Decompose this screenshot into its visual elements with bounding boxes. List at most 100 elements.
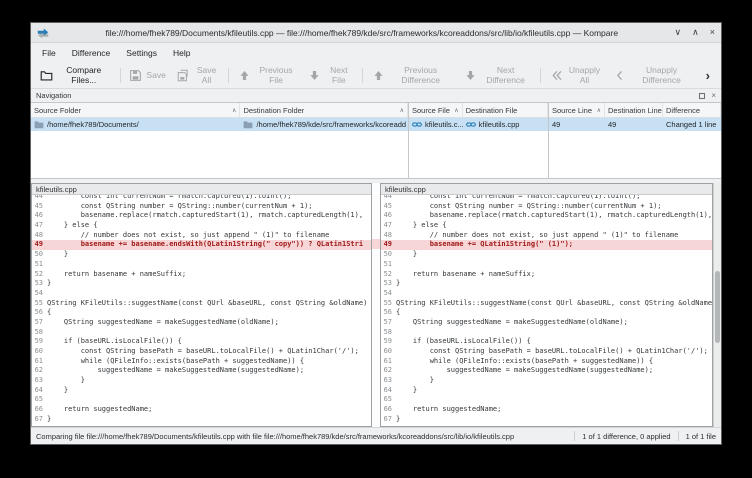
code-line-48[interactable]: 48 // number does not exist, so just app…	[32, 231, 371, 241]
code-line-51[interactable]: 51	[381, 260, 712, 270]
code-line-44[interactable]: 44 const int currentNum = rmatch.capture…	[381, 195, 712, 202]
next-difference-button[interactable]: Next Difference	[459, 62, 536, 88]
header-source-line[interactable]: Source Line ∧	[549, 103, 605, 117]
code-line-66[interactable]: 66 return suggestedName;	[32, 405, 371, 415]
code-line-60[interactable]: 60 const QString basePath = baseURL.toLo…	[32, 347, 371, 357]
destination-folder-path: /home/fhek789/kde/src/frameworks/kcoread…	[256, 120, 406, 129]
close-dock-icon[interactable]: ×	[711, 92, 716, 100]
code-line-49[interactable]: 49 basename += basename.endsWith(QLatin1…	[32, 240, 371, 250]
minimize-button[interactable]: ∨	[675, 28, 682, 37]
code-line-53[interactable]: 53}	[32, 279, 371, 289]
header-difference[interactable]: Difference	[663, 103, 721, 117]
code-line-55[interactable]: 55QString KFileUtils::suggestName(const …	[32, 299, 371, 309]
line-text: }	[47, 415, 371, 425]
line-text: QString suggestedName = makeSuggestedNam…	[47, 318, 371, 328]
scrollbar-thumb[interactable]	[715, 271, 720, 343]
nav-difference-row[interactable]: 49 49 Changed 1 line	[549, 118, 721, 131]
code-line-64[interactable]: 64 }	[32, 386, 371, 396]
toolbar-overflow-button[interactable]: ›	[699, 68, 717, 83]
code-line-54[interactable]: 54	[381, 289, 712, 299]
code-line-52[interactable]: 52 return basename + nameSuffix;	[381, 270, 712, 280]
code-line-47[interactable]: 47 } else {	[381, 221, 712, 231]
save-all-button[interactable]: Save All	[172, 62, 224, 88]
code-line-62[interactable]: 62 suggestedName = makeSuggestedName(sug…	[381, 366, 712, 376]
code-line-45[interactable]: 45 const QString number = QString::numbe…	[381, 202, 712, 212]
compare-folder-icon	[40, 69, 53, 82]
menu-difference[interactable]: Difference	[64, 46, 119, 60]
code-line-65[interactable]: 65	[381, 395, 712, 405]
next-file-button[interactable]: Next File	[303, 62, 358, 88]
code-line-58[interactable]: 58	[32, 328, 371, 338]
code-line-54[interactable]: 54	[32, 289, 371, 299]
code-line-62[interactable]: 62 suggestedName = makeSuggestedName(sug…	[32, 366, 371, 376]
code-line-46[interactable]: 46 basename.replace(rmatch.capturedStart…	[381, 211, 712, 221]
previous-file-button[interactable]: Previous File	[233, 62, 302, 88]
code-line-59[interactable]: 59 if (baseURL.isLocalFile()) {	[32, 337, 371, 347]
code-line-59[interactable]: 59 if (baseURL.isLocalFile()) {	[381, 337, 712, 347]
header-destination-file[interactable]: Destination File	[463, 103, 548, 117]
vertical-scrollbar[interactable]	[713, 183, 721, 427]
nav-files-header: Source File ∧ Destination File	[409, 103, 548, 118]
titlebar[interactable]: file:///home/fhek789/Documents/kfileutil…	[31, 23, 721, 43]
code-line-45[interactable]: 45 const QString number = QString::numbe…	[32, 202, 371, 212]
header-source-file[interactable]: Source File ∧	[409, 103, 463, 117]
code-line-51[interactable]: 51	[32, 260, 371, 270]
code-line-57[interactable]: 57 QString suggestedName = makeSuggested…	[381, 318, 712, 328]
destination-pane-body[interactable]: 44 const int currentNum = rmatch.capture…	[381, 195, 712, 426]
code-line-48[interactable]: 48 // number does not exist, so just app…	[381, 231, 712, 241]
previous-difference-button[interactable]: Previous Difference	[367, 62, 458, 88]
code-line-46[interactable]: 46 basename.replace(rmatch.capturedStart…	[32, 211, 371, 221]
header-destination-line[interactable]: Destination Line	[605, 103, 663, 117]
close-button[interactable]: ×	[710, 28, 715, 37]
code-line-52[interactable]: 52 return basename + nameSuffix;	[32, 270, 371, 280]
line-text: basename += basename.endsWith(QLatin1Str…	[47, 240, 371, 250]
nav-file-row[interactable]: kfileutils.c... kfileutils.cpp	[409, 118, 548, 131]
code-line-61[interactable]: 61 while (QFileInfo::exists(basePath + s…	[32, 357, 371, 367]
code-line-47[interactable]: 47 } else {	[32, 221, 371, 231]
nav-lines-header: Source Line ∧ Destination Line Differenc…	[549, 103, 721, 118]
code-line-64[interactable]: 64 }	[381, 386, 712, 396]
code-line-63[interactable]: 63 }	[381, 376, 712, 386]
compare-files-label: Compare Files...	[57, 65, 111, 85]
destination-code: 44 const int currentNum = rmatch.capture…	[381, 195, 712, 425]
menu-help[interactable]: Help	[165, 46, 198, 60]
menu-file[interactable]: File	[34, 46, 64, 60]
code-line-63[interactable]: 63 }	[32, 376, 371, 386]
menu-settings[interactable]: Settings	[118, 46, 165, 60]
code-line-50[interactable]: 50 }	[32, 250, 371, 260]
code-line-61[interactable]: 61 while (QFileInfo::exists(basePath + s…	[381, 357, 712, 367]
navigation-dock-titlebar[interactable]: Navigation ×	[31, 89, 721, 102]
header-source-folder[interactable]: Source Folder ∧	[31, 103, 240, 117]
maximize-button[interactable]: ∧	[692, 28, 699, 37]
source-folder-path: /home/fhek789/Documents/	[47, 120, 139, 129]
code-line-66[interactable]: 66 return suggestedName;	[381, 405, 712, 415]
code-line-56[interactable]: 56{	[32, 308, 371, 318]
line-number: 56	[32, 308, 47, 318]
code-line-56[interactable]: 56{	[381, 308, 712, 318]
code-line-44[interactable]: 44 const int currentNum = rmatch.capture…	[32, 195, 371, 202]
code-line-50[interactable]: 50 }	[381, 250, 712, 260]
save-button[interactable]: Save	[124, 66, 170, 85]
source-pane-body[interactable]: 44 const int currentNum = rmatch.capture…	[32, 195, 371, 426]
code-line-53[interactable]: 53}	[381, 279, 712, 289]
line-text: return suggestedName;	[396, 405, 712, 415]
code-line-60[interactable]: 60 const QString basePath = baseURL.toLo…	[381, 347, 712, 357]
header-label: Destination File	[466, 106, 518, 115]
source-pane[interactable]: kfileutils.cpp 44 const int currentNum =…	[31, 183, 372, 427]
unapply-difference-button[interactable]: Unapply Difference	[608, 62, 697, 88]
code-line-58[interactable]: 58	[381, 328, 712, 338]
header-label: Source Folder	[34, 106, 81, 115]
header-destination-folder[interactable]: Destination Folder ∧	[240, 103, 408, 117]
code-line-55[interactable]: 55QString KFileUtils::suggestName(const …	[381, 299, 712, 309]
float-dock-icon[interactable]	[699, 93, 705, 99]
code-line-67[interactable]: 67}	[381, 415, 712, 425]
code-line-57[interactable]: 57 QString suggestedName = makeSuggested…	[32, 318, 371, 328]
nav-folder-row[interactable]: /home/fhek789/Documents/ /home/fhek789/k…	[31, 118, 408, 131]
destination-pane[interactable]: kfileutils.cpp 44 const int currentNum =…	[380, 183, 713, 427]
code-line-49[interactable]: 49 basename += QLatin1String(" (1)");	[381, 240, 712, 250]
source-line-cell: 49	[549, 118, 605, 131]
code-line-67[interactable]: 67}	[32, 415, 371, 425]
compare-files-button[interactable]: Compare Files...	[35, 62, 116, 88]
code-line-65[interactable]: 65	[32, 395, 371, 405]
unapply-all-button[interactable]: Unapply All	[545, 62, 608, 88]
